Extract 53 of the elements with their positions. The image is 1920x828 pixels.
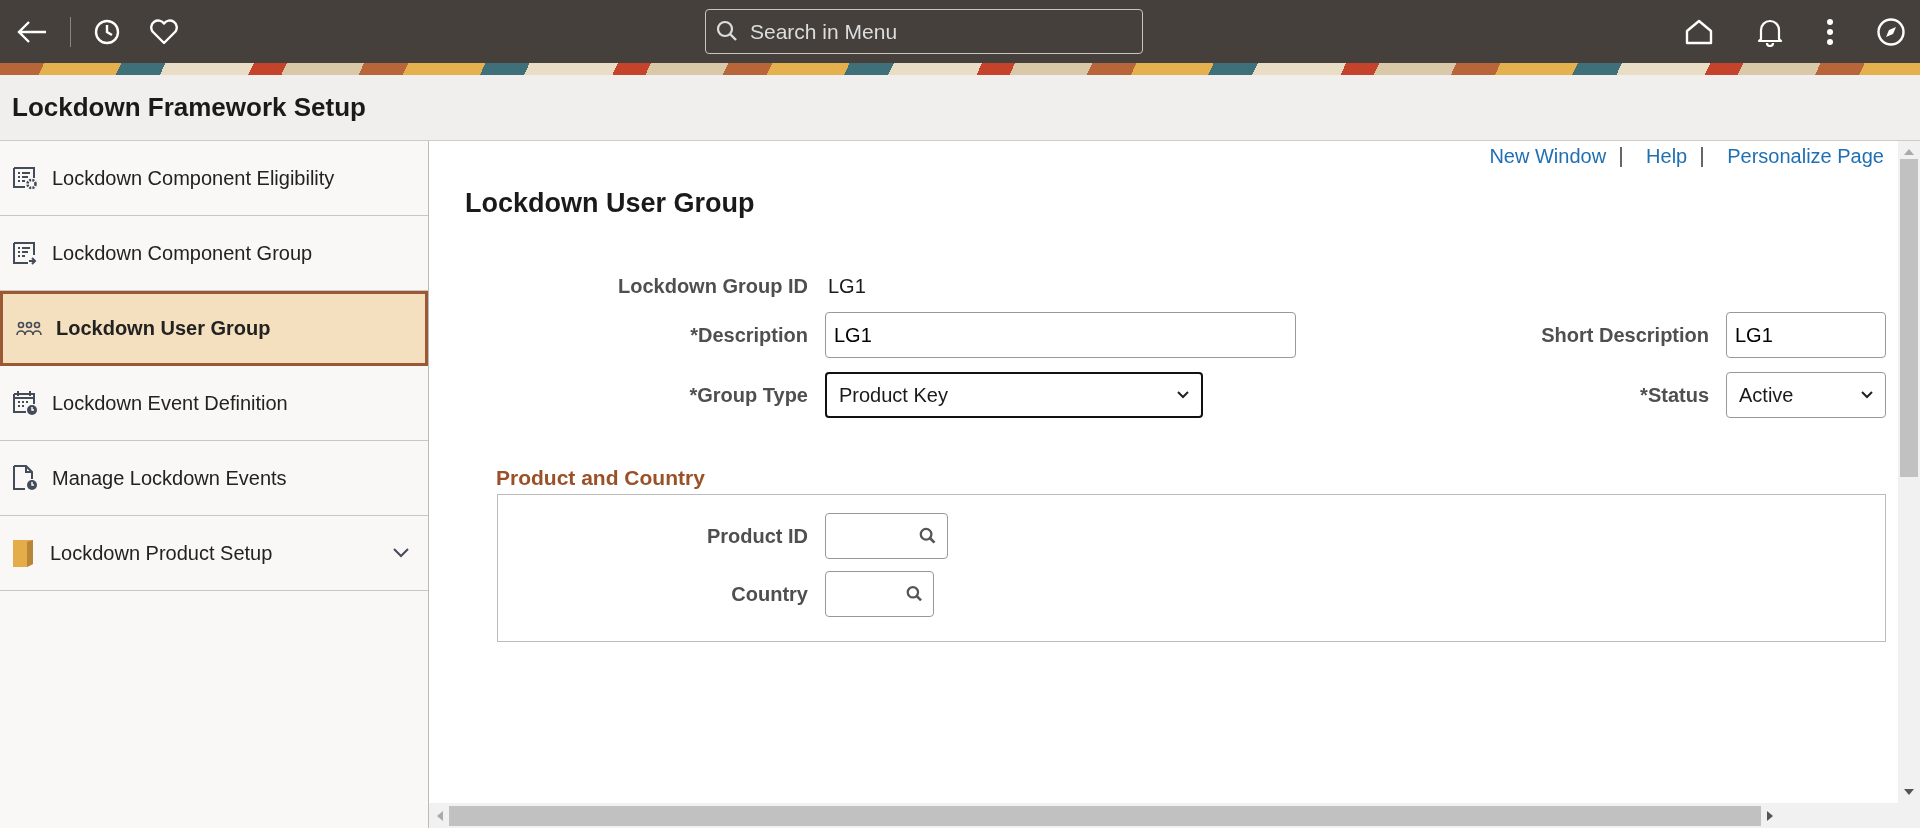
lookup-field[interactable]	[825, 571, 934, 617]
sidebar-item-label: Lockdown Product Setup	[50, 541, 274, 565]
document-clock-icon	[12, 465, 38, 491]
people-icon	[16, 320, 42, 337]
sidebar-item[interactable]: Lockdown User Group	[0, 291, 428, 366]
caret-icon	[1177, 391, 1189, 399]
sidebar-item-label: Lockdown Component Group	[52, 241, 314, 265]
group-type-dropdown[interactable]: Product Key	[825, 372, 1203, 418]
sidebar-item-label: Lockdown Event Definition	[52, 391, 289, 415]
form-title: Lockdown User Group	[465, 188, 756, 219]
more-options-icon[interactable]	[1826, 17, 1834, 46]
sidebar-item-label: Lockdown User Group	[56, 317, 272, 340]
sidebar-item[interactable]: Lockdown Component Eligibility	[0, 141, 428, 216]
search-icon	[716, 20, 738, 42]
section-title: Product and Country	[496, 466, 706, 490]
field-label: Country	[730, 582, 809, 606]
sidebar-item-label: Manage Lockdown Events	[52, 466, 288, 490]
link[interactable]: Personalize Page	[1727, 145, 1884, 168]
scroll-down-arrow-icon[interactable]	[1904, 789, 1914, 795]
description-field[interactable]: LG1	[825, 312, 1296, 358]
compass-icon[interactable]	[1876, 16, 1906, 47]
scroll-right-arrow-icon[interactable]	[1767, 810, 1773, 821]
heart-icon[interactable]	[149, 18, 179, 45]
sidebar-item[interactable]: Manage Lockdown Events	[0, 441, 428, 516]
link[interactable]: New Window	[1489, 145, 1607, 168]
sidebar-item-label: Lockdown Component Eligibility	[52, 166, 336, 190]
search-field[interactable]: Search in Menu	[705, 9, 1143, 54]
history-icon[interactable]	[93, 17, 121, 46]
short-description-field[interactable]: LG1	[1726, 312, 1886, 358]
calendar-clock-icon	[12, 390, 38, 416]
field-label: *Group Type	[688, 383, 809, 407]
folder-icon	[12, 538, 36, 568]
home-icon[interactable]	[1684, 17, 1714, 46]
chevron-icon[interactable]	[392, 547, 410, 559]
field-label: *Description	[689, 323, 809, 347]
back-arrow-icon[interactable]	[16, 19, 48, 44]
search-icon[interactable]	[919, 525, 937, 547]
horizontal-scrollbar[interactable]	[429, 803, 1920, 828]
status-dropdown[interactable]: Active	[1726, 372, 1886, 418]
field-label: Short Description	[1541, 323, 1710, 347]
field-value: LG1	[827, 275, 867, 298]
field-label: Lockdown Group ID	[617, 275, 809, 298]
sidebar-item[interactable]: Lockdown Event Definition	[0, 366, 428, 441]
list-arrow-icon	[12, 241, 38, 265]
list-gear-icon	[12, 166, 38, 190]
page-title: Lockdown Framework Setup	[12, 92, 366, 123]
caret-icon	[1861, 391, 1873, 399]
field-label: *Status	[1639, 383, 1710, 407]
vertical-scrollbar[interactable]	[1898, 141, 1920, 803]
field-label: Product ID	[705, 524, 809, 548]
sidebar-item[interactable]: Lockdown Product Setup	[0, 516, 428, 591]
lookup-field[interactable]	[825, 513, 948, 559]
link[interactable]: Help	[1646, 145, 1688, 168]
